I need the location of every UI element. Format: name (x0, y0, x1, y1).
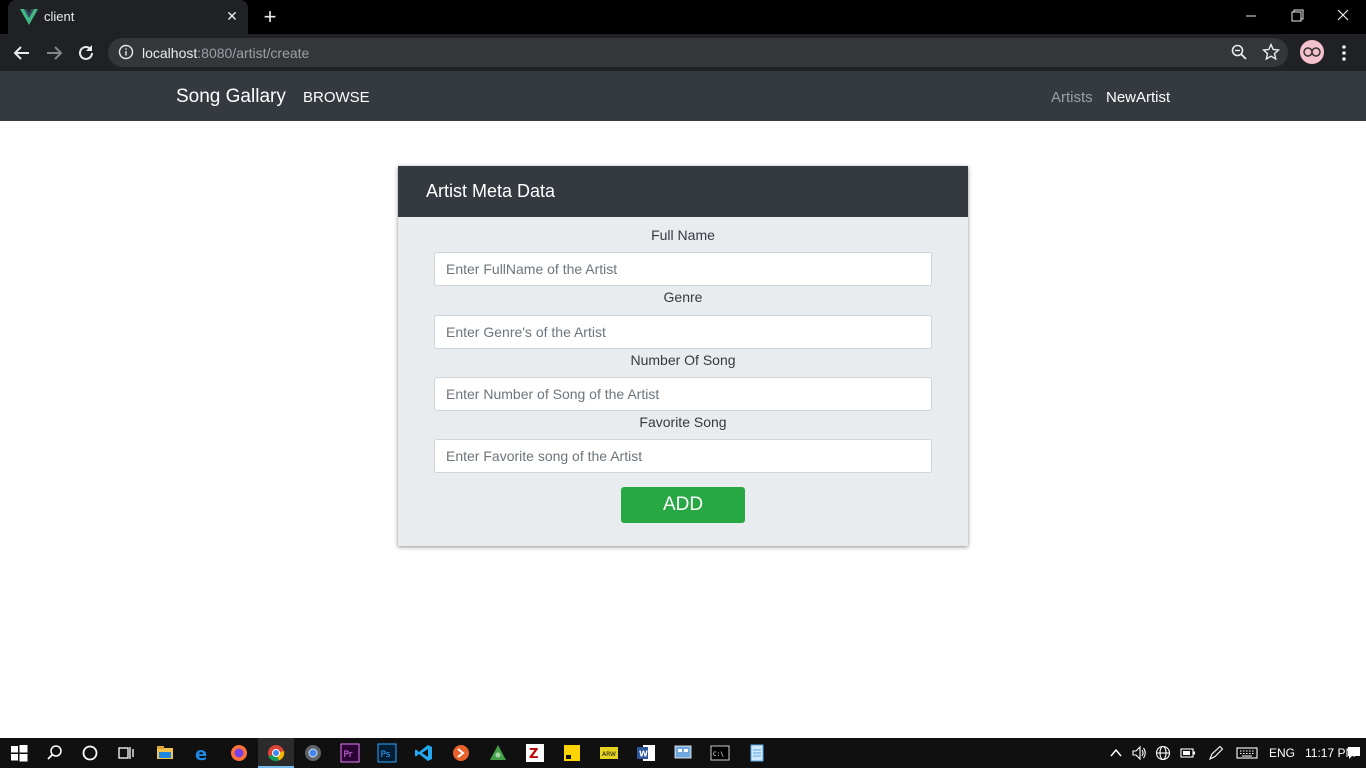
vscode-icon[interactable] (414, 743, 434, 763)
touch-keyboard-icon[interactable] (1236, 745, 1258, 761)
app-green-triangle-icon[interactable] (488, 743, 508, 763)
premiere-pro-icon[interactable]: Pr (340, 743, 360, 763)
add-button[interactable]: ADD (621, 487, 745, 523)
command-prompt-icon[interactable]: C:\ (710, 743, 730, 763)
chrome-icon[interactable] (266, 743, 286, 763)
url-text[interactable]: localhost:8080/artist/create (142, 45, 309, 61)
genre-input[interactable] (434, 315, 932, 349)
cortana-icon[interactable] (80, 743, 100, 763)
card-title: Artist Meta Data (426, 181, 556, 201)
new-tab-icon[interactable]: + (260, 6, 280, 28)
vue-logo-icon (20, 9, 38, 25)
sticky-notes-icon[interactable] (562, 743, 582, 763)
zoom-out-icon[interactable] (1230, 43, 1248, 61)
browser-tab-bar: client ✕ + (0, 0, 1366, 34)
window-restore-icon[interactable] (1282, 4, 1312, 28)
window-close-icon[interactable] (1328, 4, 1358, 28)
window-minimize-icon[interactable] (1236, 4, 1266, 28)
profile-avatar[interactable] (1300, 40, 1324, 64)
filezilla-icon[interactable]: Z (525, 743, 545, 763)
windows-taskbar: e Pr Ps Z ARW W C:\ ENG 11:17 PM (0, 738, 1366, 768)
brand-link[interactable]: Song Gallary (176, 86, 286, 108)
notifications-icon[interactable] (1346, 745, 1362, 761)
svg-text:C:\: C:\ (713, 751, 724, 758)
firefox-icon[interactable] (229, 743, 249, 763)
number-of-song-label: Number Of Song (630, 352, 736, 368)
media-app-icon[interactable]: ARW (599, 743, 619, 763)
favorite-song-label: Favorite Song (639, 414, 727, 430)
volume-icon[interactable] (1131, 745, 1147, 761)
card-header: Artist Meta Data (398, 166, 968, 217)
windows-start-icon[interactable] (9, 743, 29, 763)
svg-text:ARW: ARW (602, 751, 616, 758)
task-view-icon[interactable] (116, 743, 136, 763)
word-icon[interactable]: W (636, 743, 656, 763)
browser-tab[interactable]: client ✕ (8, 0, 248, 34)
genre-label: Genre (663, 289, 703, 305)
full-name-label: Full Name (651, 227, 715, 243)
app-navbar: Song Gallary BROWSE Artists NewArtist (0, 71, 1366, 121)
back-arrow-icon[interactable] (10, 41, 34, 65)
nav-link-newartist[interactable]: NewArtist (1106, 89, 1170, 106)
svg-text:e: e (195, 744, 207, 763)
bookmark-star-icon[interactable] (1262, 43, 1280, 61)
app-circle-orange-icon[interactable] (451, 743, 471, 763)
network-globe-icon[interactable] (1155, 745, 1171, 761)
info-icon[interactable] (118, 44, 134, 60)
browser-menu-icon[interactable] (1334, 41, 1354, 65)
favorite-song-input[interactable] (434, 439, 932, 473)
edge-icon[interactable]: e (192, 743, 212, 763)
tab-close-icon[interactable]: ✕ (224, 8, 240, 24)
svg-text:Pr: Pr (344, 750, 353, 760)
browse-link[interactable]: BROWSE (303, 89, 370, 106)
battery-icon[interactable] (1180, 745, 1196, 761)
pen-icon[interactable] (1208, 745, 1224, 761)
address-bar[interactable]: localhost:8080/artist/create (108, 38, 1288, 67)
file-explorer-icon[interactable] (155, 743, 175, 763)
notepad-icon[interactable] (747, 743, 767, 763)
nav-link-artists[interactable]: Artists (1051, 89, 1093, 106)
control-panel-icon[interactable] (673, 743, 693, 763)
chrome-profile-icon[interactable] (303, 743, 323, 763)
artist-form-card: Artist Meta Data Full Name Genre Number … (398, 166, 968, 546)
search-icon[interactable] (45, 743, 65, 763)
svg-text:Ps: Ps (381, 750, 391, 760)
forward-arrow-icon[interactable] (42, 41, 66, 65)
number-of-song-input[interactable] (434, 377, 932, 411)
language-indicator[interactable]: ENG (1269, 746, 1295, 760)
reload-icon[interactable] (74, 41, 98, 65)
svg-text:W: W (639, 750, 648, 759)
url-host: localhost (142, 45, 198, 61)
browser-toolbar: localhost:8080/artist/create (0, 34, 1366, 71)
tab-title: client (44, 9, 75, 24)
chevron-up-icon[interactable] (1108, 745, 1124, 761)
photoshop-icon[interactable]: Ps (377, 743, 397, 763)
full-name-input[interactable] (434, 252, 932, 286)
url-path: :8080/artist/create (197, 45, 310, 61)
svg-text:Z: Z (529, 747, 538, 762)
